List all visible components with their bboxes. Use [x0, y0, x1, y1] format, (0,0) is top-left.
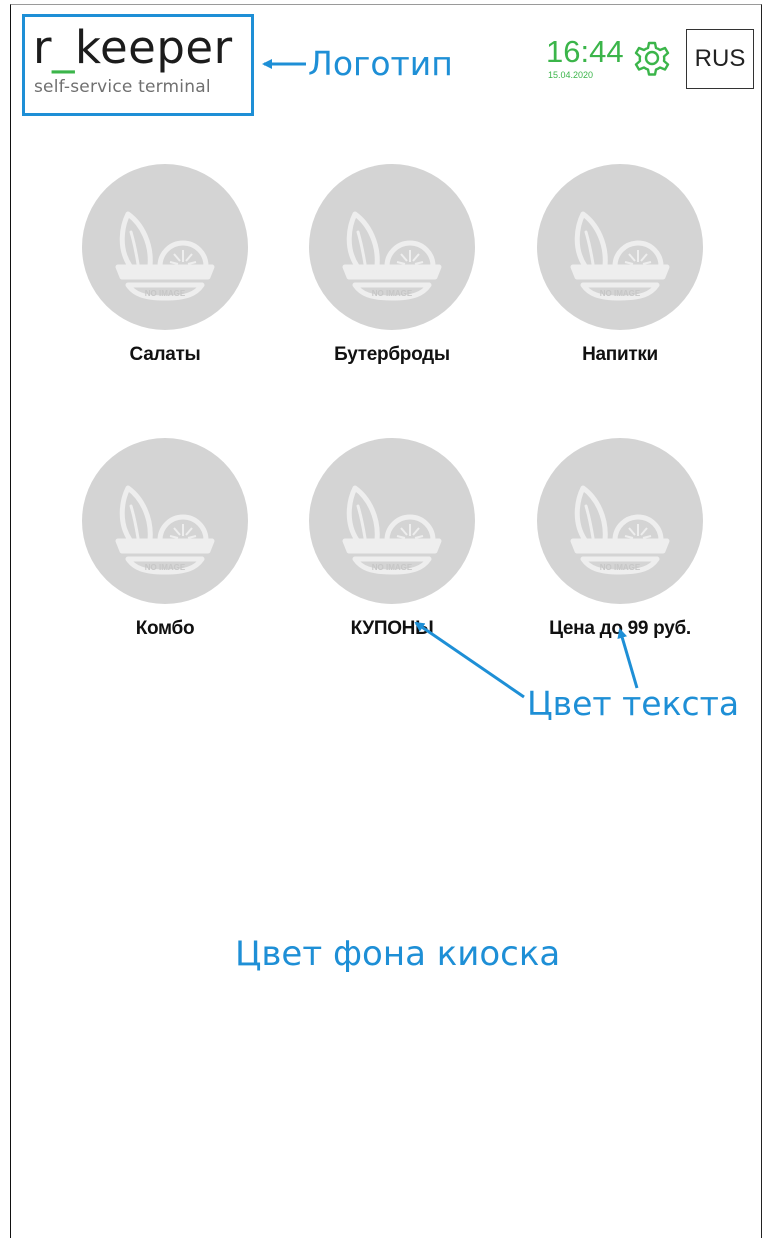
category-label: Цена до 99 руб. — [549, 618, 691, 639]
no-image-caption: NO IMAGE — [600, 289, 641, 298]
annotation-text-color: Цвет текста — [527, 684, 740, 723]
clock-date: 15.04.2020 — [548, 70, 594, 80]
category-label: Комбо — [135, 618, 195, 639]
category-label: Напитки — [582, 344, 658, 365]
category-drinks[interactable]: NO IMAGE Напитки — [520, 164, 720, 394]
gear-icon[interactable] — [631, 37, 673, 79]
no-image-bowl-icon: NO IMAGE — [342, 211, 442, 301]
category-image-placeholder: NO IMAGE — [537, 164, 703, 330]
no-image-bowl-icon: NO IMAGE — [570, 211, 670, 301]
logo-subtitle: self-service terminal — [34, 77, 211, 97]
logo-wordmark: r_keeper — [33, 21, 233, 74]
no-image-caption: NO IMAGE — [372, 289, 413, 298]
logo: r_keeper self-service terminal — [22, 14, 254, 116]
category-sandwiches[interactable]: NO IMAGE Бутерброды — [292, 164, 492, 394]
category-image-placeholder: NO IMAGE — [537, 438, 703, 604]
no-image-caption: NO IMAGE — [600, 563, 641, 572]
category-label: Салаты — [129, 344, 201, 365]
category-image-placeholder: NO IMAGE — [309, 164, 475, 330]
no-image-caption: NO IMAGE — [145, 289, 186, 298]
no-image-bowl-icon: NO IMAGE — [570, 485, 670, 575]
clock-time: 16:44 — [546, 34, 624, 69]
language-button[interactable]: RUS — [686, 29, 754, 89]
category-image-placeholder: NO IMAGE — [309, 438, 475, 604]
annotation-kiosk-background: Цвет фона киоска — [235, 934, 561, 974]
no-image-bowl-icon: NO IMAGE — [342, 485, 442, 575]
category-label: Бутерброды — [334, 344, 450, 365]
category-salads[interactable]: NO IMAGE Салаты — [65, 164, 265, 394]
annotation-logo: Логотип — [308, 44, 453, 83]
category-label: КУПОНЫ — [350, 618, 434, 639]
no-image-bowl-icon: NO IMAGE — [115, 211, 215, 301]
category-image-placeholder: NO IMAGE — [82, 164, 248, 330]
no-image-caption: NO IMAGE — [372, 563, 413, 572]
category-combo[interactable]: NO IMAGE Комбо — [65, 438, 265, 668]
no-image-caption: NO IMAGE — [145, 563, 186, 572]
no-image-bowl-icon: NO IMAGE — [115, 485, 215, 575]
category-coupons[interactable]: NO IMAGE КУПОНЫ — [292, 438, 492, 668]
category-under-99[interactable]: NO IMAGE Цена до 99 руб. — [520, 438, 720, 668]
category-image-placeholder: NO IMAGE — [82, 438, 248, 604]
